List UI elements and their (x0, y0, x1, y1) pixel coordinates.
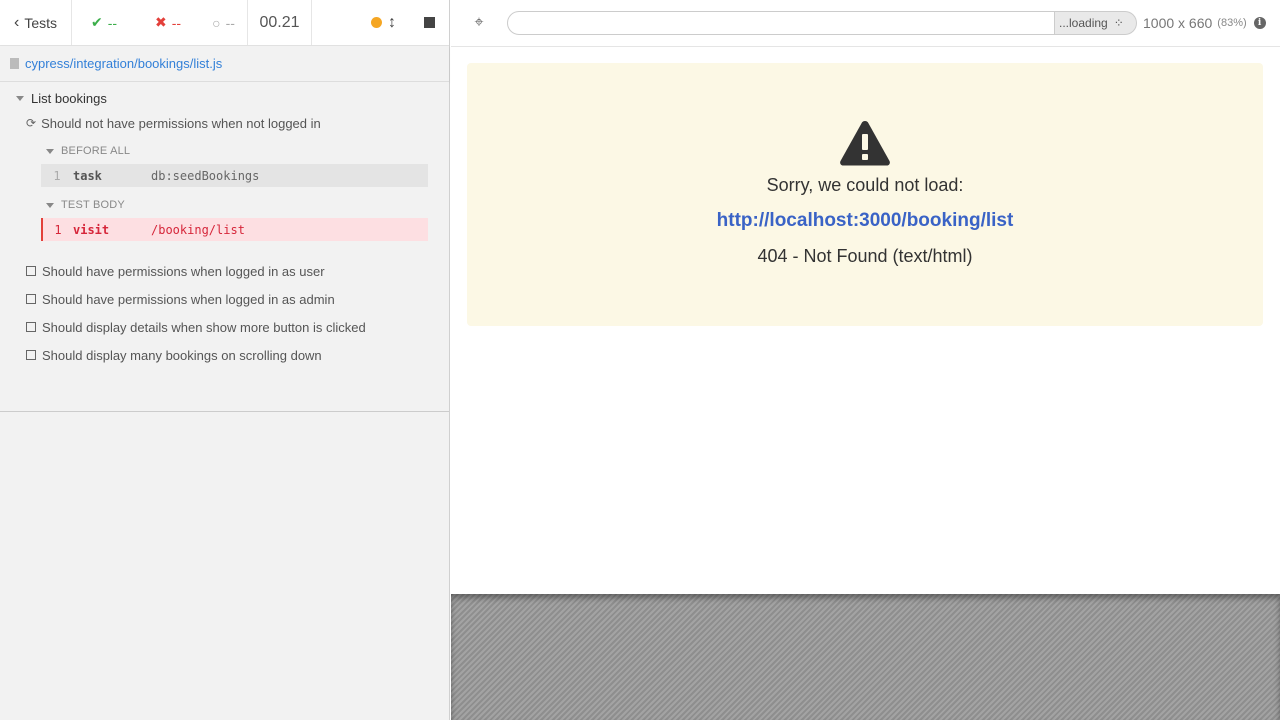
error-title: Sorry, we could not load: (766, 175, 964, 195)
error-url-link[interactable]: http://localhost:3000/booking/list (467, 210, 1263, 232)
active-test[interactable]: ⟳ Should not have permissions when not l… (0, 108, 449, 138)
test-title: Should display many bookings on scrollin… (42, 347, 322, 363)
command-message: db:seedBookings (151, 168, 260, 183)
reporter-header: ‹ Tests ✔ -- ✖ -- ○ -- 00.21 ↕ (0, 0, 449, 46)
command-row-failed[interactable]: 1 visit /booking/list (41, 218, 428, 241)
url-bar: ⌖ ...loading ⁘ 1000 x 660 (83%) i (451, 0, 1280, 46)
command-number: 1 (54, 222, 62, 237)
hook-title: TEST BODY (61, 199, 125, 211)
test-item[interactable]: Should have permissions when logged in a… (0, 285, 449, 313)
test-item[interactable]: Should have permissions when logged in a… (0, 257, 449, 285)
duration: 00.21 (248, 0, 312, 45)
suite-title[interactable]: List bookings (0, 88, 449, 108)
loading-label: ...loading (1059, 16, 1108, 30)
run-controls: ↕ (312, 0, 449, 45)
warning-icon (839, 119, 891, 167)
square-icon (26, 322, 36, 332)
failed-count: ✖ -- (136, 0, 200, 45)
hook-test-body[interactable]: TEST BODY (41, 192, 428, 218)
refresh-icon: ⟳ (26, 116, 37, 130)
spinner-icon: ⁘ (1113, 16, 1124, 30)
pending-count: ○ -- (200, 0, 248, 45)
test-title: Should display details when show more bu… (42, 319, 366, 335)
command-log: BEFORE ALL 1 task db:seedBookings TEST B… (0, 138, 449, 241)
command-name: visit (73, 222, 110, 237)
runner-panel: ⌖ ...loading ⁘ 1000 x 660 (83%) i Sorry,… (451, 0, 1280, 720)
file-icon (10, 58, 19, 69)
test-title: Should have permissions when logged in a… (42, 291, 335, 307)
check-icon: ✔ (90, 14, 103, 30)
caret-down-icon (16, 95, 24, 101)
suite-label: List bookings (31, 90, 107, 106)
viewport-info: 1000 x 660 (83%) i (1143, 15, 1266, 31)
spec-file-link[interactable]: cypress/integration/bookings/list.js (25, 56, 222, 71)
failed-value: -- (171, 14, 182, 31)
status-dot-icon (371, 17, 382, 28)
selector-playground-button[interactable]: ⌖ (451, 14, 507, 32)
x-icon: ✖ (154, 14, 167, 30)
square-icon (26, 350, 36, 360)
stop-button[interactable] (424, 17, 435, 28)
test-title: Should have permissions when logged in a… (42, 263, 325, 279)
caret-down-icon (46, 202, 54, 208)
info-icon[interactable]: i (1253, 17, 1266, 29)
tests-label: Tests (24, 14, 57, 31)
command-row[interactable]: 1 task db:seedBookings (41, 164, 428, 187)
pending-value: -- (225, 14, 235, 31)
hook-before-all[interactable]: BEFORE ALL (41, 138, 428, 164)
viewport-size: 1000 x 660 (1143, 15, 1213, 31)
command-number: 1 (53, 168, 61, 183)
command-message: /booking/list (151, 222, 245, 237)
viewport-background (451, 594, 1280, 720)
crosshairs-icon: ⌖ (474, 14, 484, 31)
auto-scroll-icon[interactable]: ↕ (388, 14, 396, 32)
chevron-left-icon: ‹ (13, 13, 20, 31)
square-icon (26, 266, 36, 276)
active-test-title: Should not have permissions when not log… (41, 115, 321, 131)
runnables-list: List bookings ⟳ Should not have permissi… (0, 82, 449, 412)
test-item[interactable]: Should display many bookings on scrollin… (0, 341, 449, 369)
spec-header: cypress/integration/bookings/list.js (0, 46, 449, 82)
passed-value: -- (107, 14, 118, 31)
caret-down-icon (46, 148, 54, 154)
viewport-scale: (83%) (1217, 17, 1247, 29)
circle-notch-icon: ○ (212, 14, 221, 31)
load-error-box: Sorry, we could not load: http://localho… (467, 63, 1263, 326)
url-input[interactable] (507, 11, 1055, 35)
test-item[interactable]: Should display details when show more bu… (0, 313, 449, 341)
passed-count: ✔ -- (72, 0, 136, 45)
loading-indicator: ...loading ⁘ (1055, 11, 1137, 35)
reporter-panel: ‹ Tests ✔ -- ✖ -- ○ -- 00.21 ↕ cypress/i… (0, 0, 450, 720)
hook-title: BEFORE ALL (61, 145, 131, 157)
error-status: 404 - Not Found (text/html) (757, 246, 973, 266)
command-name: task (73, 168, 102, 183)
square-icon (26, 294, 36, 304)
app-under-test-frame: Sorry, we could not load: http://localho… (451, 46, 1280, 594)
tests-back-button[interactable]: ‹ Tests (0, 0, 72, 45)
